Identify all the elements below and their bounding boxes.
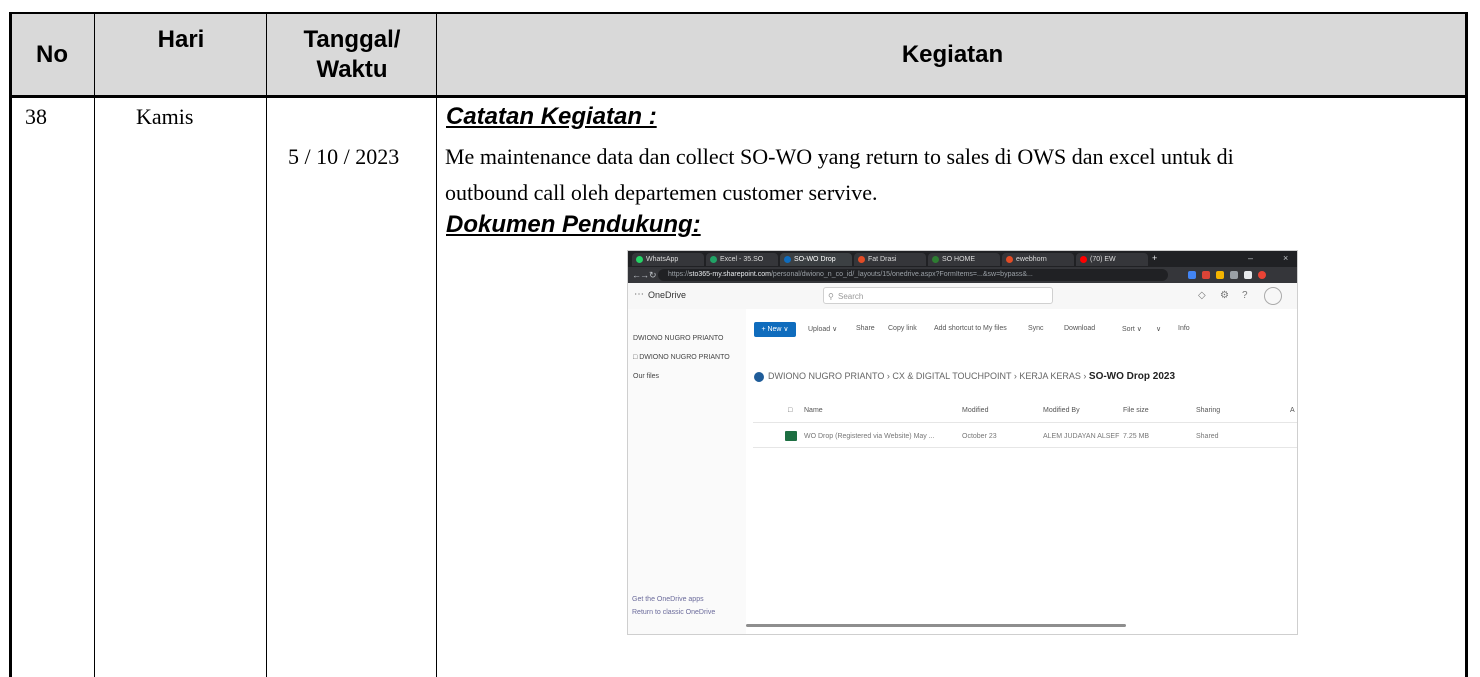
breadcrumb-item[interactable]: CX & DIGITAL TOUCHPOINT	[892, 371, 1011, 381]
app-launcher-icon[interactable]: ⋯	[634, 289, 644, 300]
col-file-size[interactable]: File size	[1123, 407, 1149, 414]
row-tanggal: 5 / 10 / 2023	[288, 144, 400, 169]
file-modified: October 23	[962, 433, 997, 440]
col-modified-by[interactable]: Modified By	[1043, 407, 1080, 414]
download-button[interactable]: Download	[1064, 325, 1095, 332]
excel-icon	[710, 256, 717, 263]
whatsapp-icon	[636, 256, 643, 263]
border-right	[1465, 12, 1468, 677]
app-icon	[932, 256, 939, 263]
file-name[interactable]: WO Drop (Registered via Website) May ...	[804, 433, 935, 440]
col-activity[interactable]: A	[1290, 407, 1295, 414]
forward-icon[interactable]: →	[640, 270, 649, 280]
browser-tab[interactable]: Fat Drasi	[854, 253, 926, 266]
extension-icon[interactable]	[1216, 271, 1224, 279]
browser-tab[interactable]: (70) EW	[1076, 253, 1148, 266]
youtube-icon	[1080, 256, 1087, 263]
avatar[interactable]	[1264, 287, 1282, 305]
header-tanggal-line2: Waktu	[316, 56, 388, 83]
add-shortcut-button[interactable]: Add shortcut to My files	[934, 325, 1007, 332]
row-hari: Kamis	[136, 104, 194, 129]
header-tanggal-line1: Tanggal/	[303, 26, 401, 53]
browser-tab[interactable]: Excel - 35.SO	[706, 253, 778, 266]
onedrive-icon	[784, 256, 791, 263]
new-button[interactable]: + New ∨	[754, 322, 796, 337]
catatan-line-2: outbound call oleh departemen customer s…	[445, 180, 878, 205]
col-name[interactable]: Name	[804, 407, 823, 414]
file-size: 7.25 MB	[1123, 433, 1150, 440]
border-col2	[266, 12, 267, 677]
view-button[interactable]: ∨	[1156, 325, 1161, 333]
onedrive-left-nav: DWIONO NUGRO PRIANTO □ DWIONO NUGRO PRIA…	[628, 309, 746, 634]
breadcrumb-item[interactable]: DWIONO NUGRO PRIANTO	[768, 371, 884, 381]
border-top	[9, 12, 1468, 14]
breadcrumb-current: SO-WO Drop 2023	[1088, 371, 1176, 382]
catatan-title: Catatan Kegiatan :	[446, 103, 657, 130]
border-left	[9, 12, 12, 677]
header-no: No	[36, 41, 68, 68]
upload-button[interactable]: Upload ∨	[808, 325, 837, 333]
site-icon	[754, 372, 764, 382]
app-name[interactable]: OneDrive	[648, 290, 686, 300]
nav-our-files[interactable]: Our files	[633, 373, 659, 380]
reload-icon[interactable]: ↻	[649, 270, 657, 280]
get-apps-link[interactable]: Get the OneDrive apps	[632, 596, 704, 603]
supporting-screenshot: WhatsApp Excel - 35.SO SO-WO Drop Fat Dr…	[627, 250, 1298, 635]
divider	[753, 447, 1297, 448]
extension-icon[interactable]	[1230, 271, 1238, 279]
catatan-line-1: Me maintenance data dan collect SO-WO ya…	[445, 144, 1234, 169]
sync-button[interactable]: Sync	[1028, 325, 1044, 332]
browser-tab[interactable]: ewebhorn	[1002, 253, 1074, 266]
app-icon	[858, 256, 865, 263]
extension-icon[interactable]	[1188, 271, 1196, 279]
header-tanggal: Tanggal/ Waktu	[267, 25, 437, 85]
close-window-icon[interactable]: ×	[1283, 253, 1288, 263]
settings-icon[interactable]: ⚙	[1220, 290, 1229, 301]
header-hari: Hari	[157, 26, 205, 53]
border-header-bottom	[9, 95, 1468, 98]
profile-icon[interactable]	[1258, 271, 1266, 279]
border-col3	[436, 12, 437, 677]
breadcrumb-item[interactable]: KERJA KERAS	[1019, 371, 1081, 381]
browser-tab-active[interactable]: SO-WO Drop	[780, 253, 852, 266]
col-sharing[interactable]: Sharing	[1196, 407, 1220, 414]
share-button[interactable]: Share	[856, 325, 875, 332]
divider	[753, 422, 1297, 423]
file-sharing: Shared	[1196, 433, 1219, 440]
border-col1	[94, 12, 95, 677]
browser-tab[interactable]: SO HOME	[928, 253, 1000, 266]
help-icon[interactable]: ?	[1242, 290, 1248, 301]
new-tab-icon[interactable]: +	[1152, 253, 1157, 263]
row-no: 38	[25, 104, 47, 129]
sort-button[interactable]: Sort ∨	[1122, 325, 1142, 333]
horizontal-scrollbar[interactable]	[746, 624, 1126, 627]
excel-file-icon	[785, 431, 797, 441]
browser-tab-bar: WhatsApp Excel - 35.SO SO-WO Drop Fat Dr…	[628, 251, 1297, 267]
browser-tab[interactable]: WhatsApp	[632, 253, 704, 266]
copy-link-button[interactable]: Copy link	[888, 325, 917, 332]
minimize-icon[interactable]: –	[1248, 253, 1253, 263]
header-kegiatan: Kegiatan	[901, 41, 1004, 68]
extension-icon[interactable]	[1244, 271, 1252, 279]
search-icon: ⚲	[828, 292, 834, 301]
nav-folder[interactable]: □ DWIONO NUGRO PRIANTO	[633, 354, 730, 361]
browser-toolbar: ← → ↻ https://sto365-my.sharepoint.com/p…	[628, 267, 1297, 283]
premium-icon[interactable]: ◇	[1198, 290, 1206, 301]
onedrive-header: ⋯ OneDrive ⚲ Search ◇ ⚙ ?	[628, 283, 1297, 309]
dokumen-title: Dokumen Pendukung:	[446, 211, 701, 238]
return-classic-link[interactable]: Return to classic OneDrive	[632, 609, 715, 616]
info-button[interactable]: Info	[1178, 325, 1190, 332]
nav-user[interactable]: DWIONO NUGRO PRIANTO	[633, 335, 723, 342]
file-modified-by: ALEM JUDAYAN ALSEF	[1043, 433, 1120, 440]
command-bar: + New ∨ Upload ∨ Share Copy link Add sho…	[746, 309, 1297, 339]
breadcrumb: DWIONO NUGRO PRIANTO › CX & DIGITAL TOUC…	[768, 371, 1176, 382]
address-bar[interactable]: https://sto365-my.sharepoint.com/persona…	[658, 269, 1168, 281]
extension-icon[interactable]	[1202, 271, 1210, 279]
col-modified[interactable]: Modified	[962, 407, 988, 414]
search-input[interactable]: ⚲ Search	[823, 287, 1053, 304]
file-type-icon: □	[788, 407, 793, 414]
app-icon	[1006, 256, 1013, 263]
